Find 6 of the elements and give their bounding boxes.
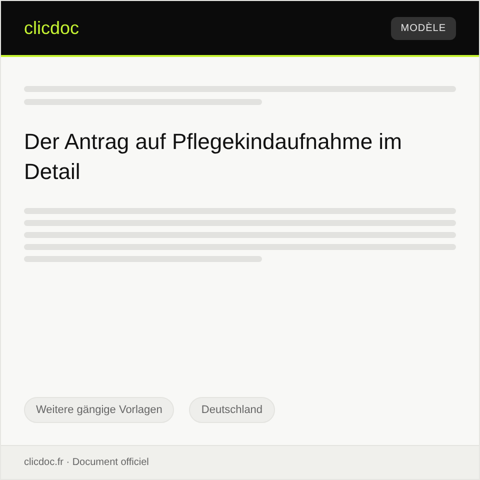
tag-chip[interactable]: Deutschland bbox=[189, 396, 275, 423]
logo: clicdoc bbox=[24, 16, 80, 40]
tag-chip[interactable]: Weitere gängige Vorlagen bbox=[24, 396, 174, 423]
document-title: Der Antrag auf Pflegekindaufnahme im Detail bbox=[24, 128, 403, 186]
footer-text: clicdoc.fr · Document officiel bbox=[24, 456, 149, 470]
template-badge: MODÈLE bbox=[390, 16, 456, 40]
